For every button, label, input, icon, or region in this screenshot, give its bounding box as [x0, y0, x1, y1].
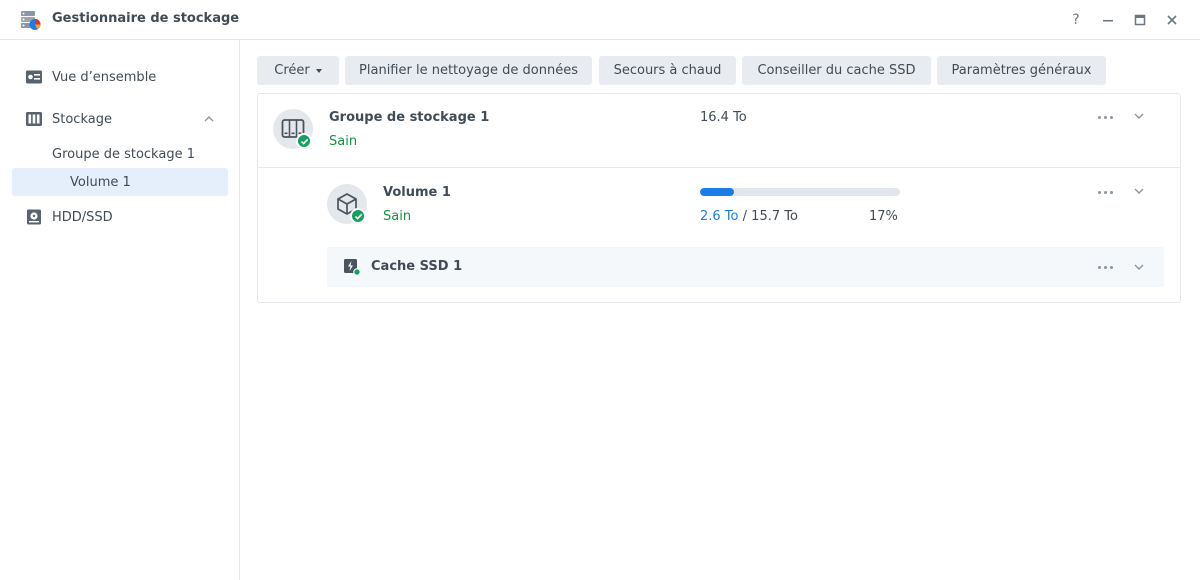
- chevron-down-icon[interactable]: [1132, 109, 1146, 123]
- storage-pool-row[interactable]: Groupe de stockage 1 Sain 16.4 To: [258, 94, 1180, 168]
- ssd-cache-row[interactable]: Cache SSD 1: [327, 247, 1164, 287]
- storage-pool-capacity: 16.4 To: [700, 110, 747, 125]
- storage-manager-app-icon: [21, 11, 41, 30]
- sidebar: Vue d’ensemble Stockage Groupe de stocka…: [0, 40, 240, 580]
- volume-usage-text: 2.6 To / 15.7 To: [700, 209, 798, 224]
- sidebar-item-label: Groupe de stockage 1: [52, 146, 195, 162]
- sidebar-item-hdd-ssd[interactable]: HDD/SSD: [12, 203, 228, 231]
- ssd-cache-icon: [344, 259, 361, 276]
- storage-pool-status: Sain: [329, 134, 358, 149]
- chevron-up-icon[interactable]: [203, 113, 215, 125]
- window-title: Gestionnaire de stockage: [52, 11, 240, 26]
- volume-usage-bar: [700, 188, 900, 196]
- sidebar-item-overview[interactable]: Vue d’ensemble: [12, 63, 228, 91]
- sidebar-item-label: Stockage: [52, 111, 112, 127]
- close-icon: [1167, 15, 1177, 25]
- disk-icon: [27, 209, 41, 225]
- storage-panel: Groupe de stockage 1 Sain 16.4 To Volume…: [257, 93, 1181, 303]
- ssd-cache-advisor-button[interactable]: Conseiller du cache SSD: [742, 56, 931, 85]
- volume-name: Volume 1: [383, 185, 451, 200]
- create-button[interactable]: Créer: [257, 56, 339, 85]
- volume-used: 2.6 To: [700, 209, 739, 224]
- storage-icon: [26, 112, 42, 126]
- volume-separator: /: [742, 209, 748, 224]
- create-button-label: Créer: [274, 63, 310, 78]
- sidebar-item-label: HDD/SSD: [52, 209, 113, 225]
- sidebar-item-label: Vue d’ensemble: [52, 69, 157, 85]
- chevron-down-icon[interactable]: [1132, 184, 1146, 198]
- sidebar-item-volume-1[interactable]: Volume 1: [12, 168, 228, 196]
- maximize-icon: [1134, 14, 1146, 26]
- more-options-icon[interactable]: [1094, 109, 1116, 125]
- sidebar-item-label: Volume 1: [70, 174, 131, 190]
- hot-spare-button[interactable]: Secours à chaud: [599, 56, 736, 85]
- help-button[interactable]: ?: [1066, 10, 1086, 30]
- chevron-down-icon[interactable]: [1132, 260, 1146, 274]
- sidebar-item-storage[interactable]: Stockage: [12, 105, 228, 133]
- more-options-icon[interactable]: [1094, 259, 1116, 275]
- healthy-check-icon: [350, 208, 366, 224]
- maximize-button[interactable]: [1130, 10, 1150, 30]
- caret-down-icon: [315, 69, 322, 73]
- overview-icon: [26, 70, 42, 84]
- volume-total: 15.7 To: [751, 209, 798, 224]
- minimize-button[interactable]: [1098, 10, 1118, 30]
- sidebar-item-storage-pool-1[interactable]: Groupe de stockage 1: [12, 140, 228, 168]
- title-bar: Gestionnaire de stockage ?: [0, 0, 1200, 40]
- minimize-icon: [1103, 20, 1113, 22]
- volume-usage-percent: 17%: [869, 209, 898, 224]
- close-button[interactable]: [1162, 10, 1182, 30]
- global-settings-button[interactable]: Paramètres généraux: [937, 56, 1106, 85]
- healthy-check-icon: [296, 133, 312, 149]
- storage-pool-name: Groupe de stockage 1: [329, 110, 490, 125]
- volume-status: Sain: [383, 209, 412, 224]
- more-options-icon[interactable]: [1094, 184, 1116, 200]
- ssd-cache-name: Cache SSD 1: [371, 259, 463, 274]
- volume-usage-fill: [700, 188, 734, 196]
- schedule-data-scrubbing-button[interactable]: Planifier le nettoyage de données: [345, 56, 592, 85]
